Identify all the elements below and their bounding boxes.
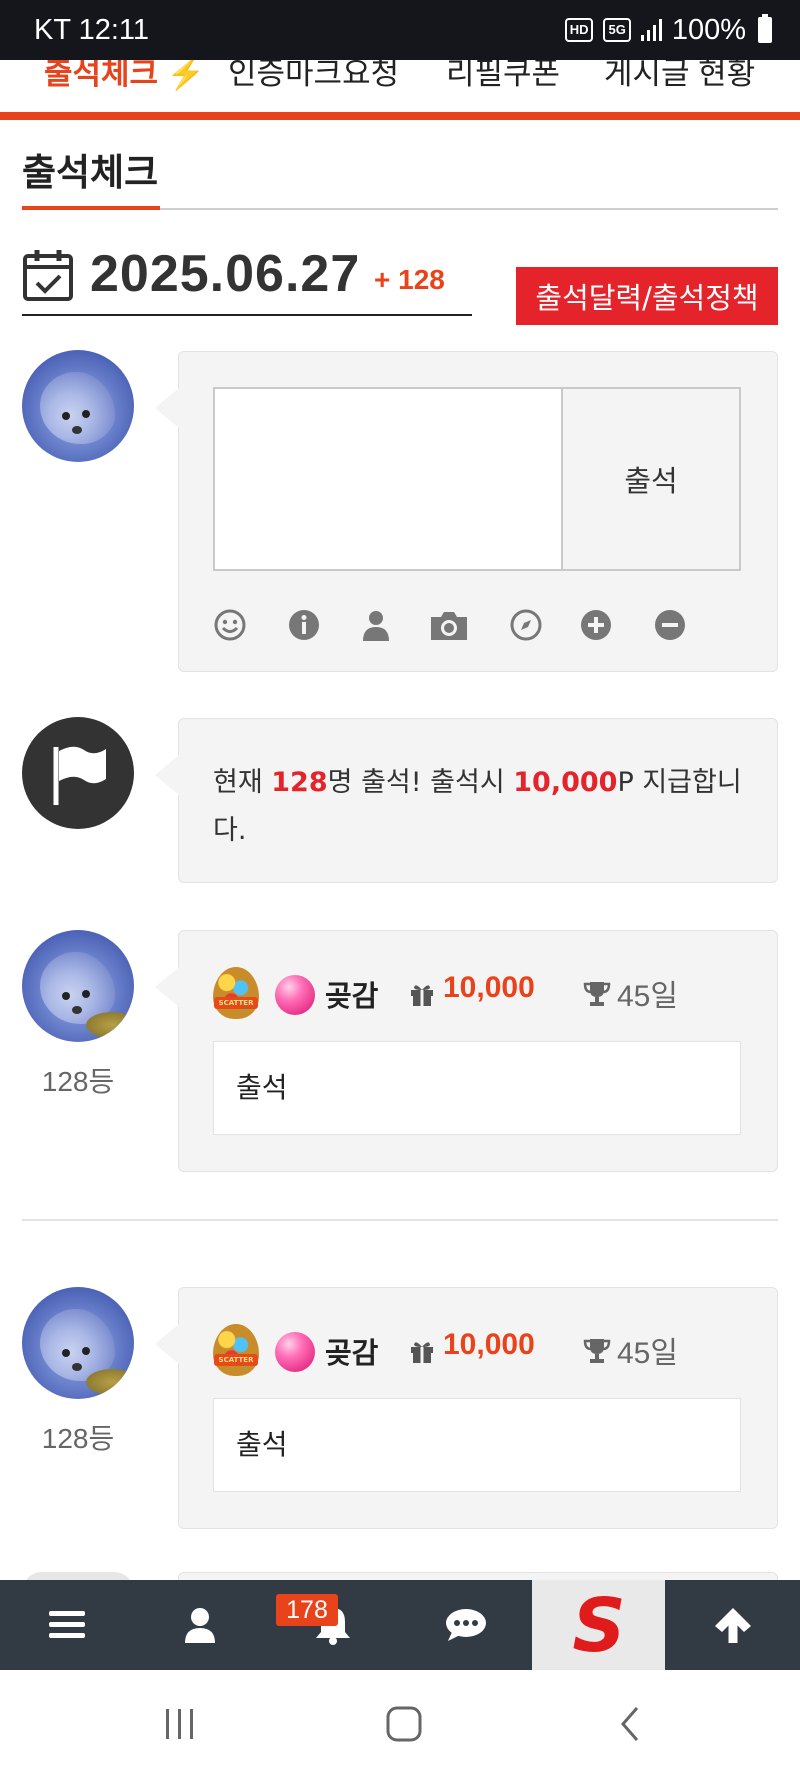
smile-icon[interactable] bbox=[213, 608, 247, 642]
attendance-submit-button[interactable]: 출석 bbox=[561, 387, 741, 571]
nickname[interactable]: 곶감 bbox=[325, 1330, 378, 1372]
egg-badge-icon: SCATTER bbox=[213, 1324, 259, 1376]
site-logo-button[interactable]: S bbox=[532, 1580, 665, 1670]
avatar bbox=[22, 350, 134, 462]
attendance-date: 2025.06.27 bbox=[90, 245, 361, 303]
camera-icon[interactable] bbox=[429, 608, 469, 642]
tab-post-status[interactable]: 게시글 현황 bbox=[604, 60, 755, 93]
notice-count: 128 bbox=[271, 767, 328, 798]
avatar[interactable] bbox=[22, 1287, 134, 1399]
attendance-comment-input[interactable] bbox=[213, 387, 561, 571]
gift-icon bbox=[411, 1342, 433, 1363]
network-icon: 5G bbox=[603, 18, 631, 42]
gift-icon bbox=[411, 985, 433, 1006]
tab-attendance[interactable]: 출석체크 ⚡ bbox=[44, 60, 205, 93]
notification-count-badge: 178 bbox=[276, 1594, 338, 1626]
back-button[interactable] bbox=[570, 1670, 690, 1778]
notice-avatar bbox=[22, 717, 134, 829]
points: 10,000 bbox=[443, 1328, 535, 1361]
recent-apps-icon bbox=[166, 1709, 193, 1739]
system-nav-bar bbox=[0, 1670, 800, 1778]
signal-icon bbox=[640, 19, 662, 41]
post-message: 출석 bbox=[213, 1398, 741, 1492]
notice-box: 현재 128명 출석! 출석시 10,000P 지급합니다. bbox=[155, 718, 778, 883]
plus-circle-icon[interactable] bbox=[579, 608, 613, 642]
trophy-icon bbox=[583, 982, 611, 1006]
site-logo: S bbox=[563, 1587, 634, 1663]
top-tab-bar: 출석체크 ⚡ 인증마크요청 리필쿠폰 게시글 현황 bbox=[0, 60, 800, 112]
chat-icon bbox=[445, 1609, 486, 1641]
arrow-up-icon bbox=[714, 1608, 751, 1643]
profile-button[interactable] bbox=[133, 1580, 266, 1670]
carrier-time: KT 12:11 bbox=[34, 13, 150, 46]
post-divider bbox=[22, 1219, 778, 1221]
user-icon[interactable] bbox=[359, 608, 393, 642]
page-title: 출석체크 bbox=[22, 151, 159, 194]
battery-percent: 100% bbox=[671, 13, 746, 46]
attendance-days: 45일 bbox=[617, 1337, 678, 1370]
post-header: SCATTER 곶감 10,000 45일 bbox=[213, 963, 753, 1023]
info-icon[interactable] bbox=[287, 608, 321, 642]
hd-icon: HD bbox=[564, 18, 594, 42]
status-bar: KT 12:11 HD 5G 100% bbox=[0, 0, 800, 60]
level-badge-icon bbox=[275, 975, 315, 1015]
editor-toolbar bbox=[213, 608, 693, 648]
notice-points: 10,000 bbox=[513, 767, 618, 798]
user-icon bbox=[184, 1608, 215, 1643]
nickname[interactable]: 곶감 bbox=[325, 973, 378, 1015]
attendance-rank: 128등 bbox=[41, 1423, 115, 1454]
trophy-icon bbox=[583, 1339, 611, 1363]
attendance-write-box: 출석 bbox=[155, 351, 778, 672]
tab-refill-coupon[interactable]: 리필쿠폰 bbox=[446, 60, 560, 93]
calendar-policy-button[interactable]: 출석달력/출석정책 bbox=[516, 267, 778, 325]
attendance-post: SCATTER 곶감 10,000 45일 출석 bbox=[155, 930, 778, 1172]
chat-button[interactable] bbox=[399, 1580, 532, 1670]
date-row: 2025.06.27 + 128 bbox=[22, 240, 472, 316]
bottom-nav: S bbox=[0, 1580, 800, 1670]
title-underline bbox=[22, 206, 160, 210]
calendar-icon bbox=[23, 250, 73, 301]
attendance-count: + 128 bbox=[374, 264, 445, 295]
notice-text: 현재 128명 출석! 출석시 10,000P 지급합니다. bbox=[213, 767, 742, 846]
back-icon bbox=[621, 1707, 639, 1741]
flag-icon bbox=[53, 746, 106, 805]
minus-circle-icon[interactable] bbox=[653, 608, 687, 642]
attendance-days: 45일 bbox=[617, 980, 678, 1013]
points: 10,000 bbox=[443, 971, 535, 1004]
scroll-top-button[interactable] bbox=[665, 1580, 800, 1670]
battery-icon bbox=[758, 14, 772, 43]
tab-underline bbox=[0, 112, 800, 120]
egg-badge-icon: SCATTER bbox=[213, 967, 259, 1019]
avatar[interactable] bbox=[22, 930, 134, 1042]
attendance-rank: 128등 bbox=[41, 1066, 115, 1097]
svg-text:S: S bbox=[572, 1587, 625, 1663]
menu-icon bbox=[48, 1611, 85, 1638]
home-button[interactable] bbox=[344, 1670, 464, 1778]
compass-icon[interactable] bbox=[509, 608, 543, 642]
recent-apps-button[interactable] bbox=[120, 1670, 240, 1778]
tab-certification-request[interactable]: 인증마크요청 bbox=[228, 60, 399, 93]
menu-button[interactable] bbox=[0, 1580, 133, 1670]
status-icons: HD 5G 100% bbox=[564, 13, 772, 47]
post-header: SCATTER 곶감 10,000 45일 bbox=[213, 1320, 753, 1380]
level-badge-icon bbox=[275, 1332, 315, 1372]
post-message: 출석 bbox=[213, 1041, 741, 1135]
attendance-post: SCATTER 곶감 10,000 45일 출석 bbox=[155, 1287, 778, 1529]
home-icon bbox=[386, 1706, 422, 1742]
